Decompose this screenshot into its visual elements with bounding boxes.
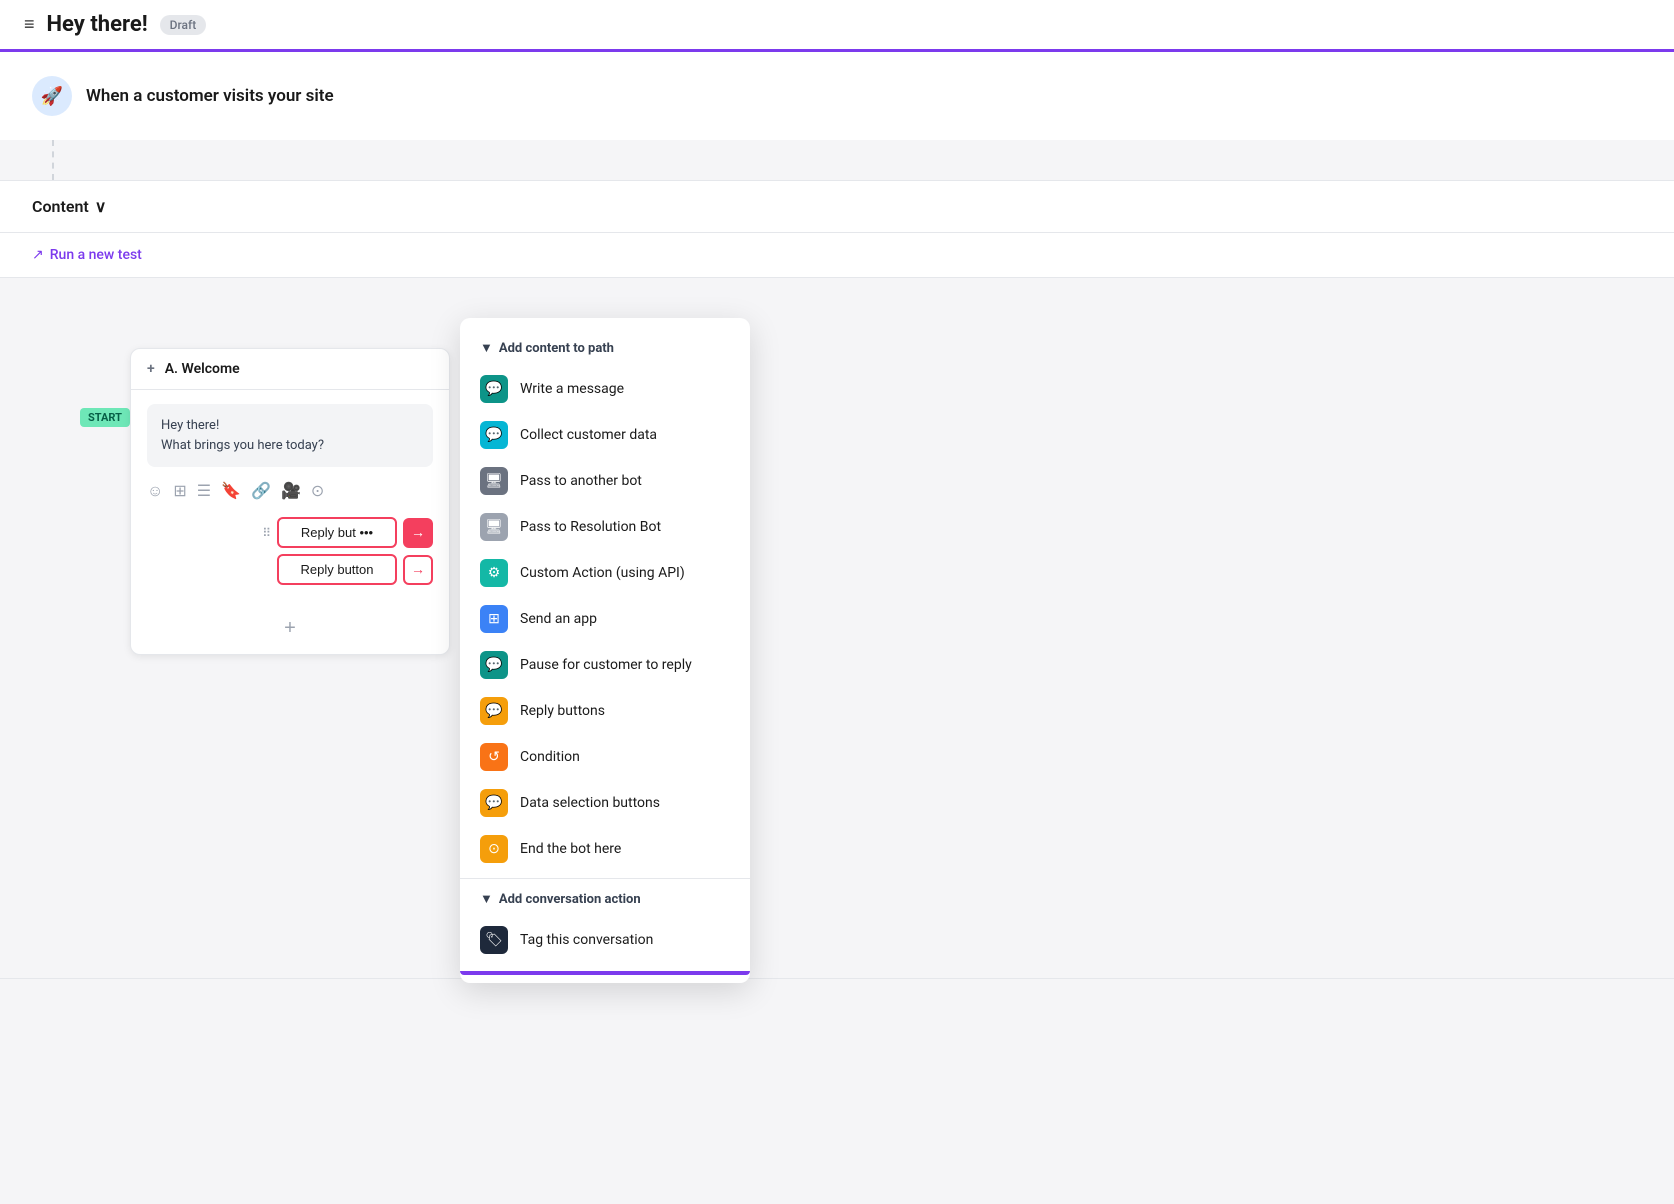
- add-step-button[interactable]: +: [284, 617, 296, 640]
- resolution-bot-icon: 🖥: [480, 513, 508, 541]
- reply-buttons-icon: 💬: [480, 697, 508, 725]
- grid-icon[interactable]: ⊞: [173, 481, 186, 501]
- trigger-icon: 🚀: [32, 76, 72, 116]
- reply-but-button[interactable]: Reply but •••: [277, 517, 397, 548]
- content-header[interactable]: Content ∨: [0, 181, 1674, 233]
- section2-caret-icon: ▼: [480, 891, 493, 907]
- trigger-section: 🚀 When a customer visits your site: [0, 52, 1674, 140]
- drag-handle-1[interactable]: ⠿: [262, 526, 271, 540]
- menu-item-custom-action[interactable]: ⚙ Custom Action (using API): [460, 550, 750, 596]
- content-caret-icon: ∨: [95, 197, 107, 216]
- condition-icon: ↺: [480, 743, 508, 771]
- custom-action-label: Custom Action (using API): [520, 565, 685, 581]
- reply-but-arrow[interactable]: →: [403, 518, 433, 548]
- menu-item-send-app[interactable]: ⊞ Send an app: [460, 596, 750, 642]
- dropdown-bottom-bar: [460, 971, 750, 975]
- dropdown-section1-title: ▼ Add content to path: [460, 334, 750, 366]
- hamburger-icon[interactable]: ≡: [24, 14, 35, 35]
- menu-item-data-selection[interactable]: 💬 Data selection buttons: [460, 780, 750, 826]
- menu-item-collect-data[interactable]: 💬 Collect customer data: [460, 412, 750, 458]
- add-content-dropdown: ▼ Add content to path 💬 Write a message …: [460, 318, 750, 983]
- run-test-bar: ↗ Run a new test: [0, 233, 1674, 278]
- pass-bot-icon: 🖥: [480, 467, 508, 495]
- pass-bot-label: Pass to another bot: [520, 473, 642, 489]
- page-title: Hey there!: [47, 12, 148, 37]
- message-line2: What brings you here today?: [161, 436, 419, 456]
- collect-data-icon: 💬: [480, 421, 508, 449]
- menu-item-pass-bot[interactable]: 🖥 Pass to another bot: [460, 458, 750, 504]
- dashed-line-divider: [52, 140, 54, 180]
- reply-button-row-2: Reply button →: [277, 554, 433, 585]
- content-section: Content ∨ ↗ Run a new test START + A. We…: [0, 180, 1674, 979]
- start-badge: START: [80, 408, 130, 427]
- data-selection-icon: 💬: [480, 789, 508, 817]
- section2-title-text: Add conversation action: [499, 892, 641, 907]
- more-icon[interactable]: ⊙: [311, 481, 324, 501]
- menu-item-write-message[interactable]: 💬 Write a message: [460, 366, 750, 412]
- run-test-icon: ↗: [32, 247, 44, 263]
- end-bot-icon: ⊙: [480, 835, 508, 863]
- dropdown-divider: [460, 878, 750, 879]
- write-message-icon: 💬: [480, 375, 508, 403]
- pause-reply-icon: 💬: [480, 651, 508, 679]
- run-test-label: Run a new test: [50, 247, 142, 263]
- top-bar: ≡ Hey there! Draft: [0, 0, 1674, 52]
- canvas-area: START + A. Welcome Hey there! What bring…: [0, 278, 1674, 978]
- bookmark-icon[interactable]: 🔖: [221, 481, 241, 501]
- dropdown-section2-title: ▼ Add conversation action: [460, 885, 750, 917]
- menu-item-pause-reply[interactable]: 💬 Pause for customer to reply: [460, 642, 750, 688]
- section1-caret-icon: ▼: [480, 340, 493, 356]
- message-toolbar: ☺ ⊞ ☰ 🔖 🔗 🎥 ⊙: [147, 477, 433, 511]
- message-line1: Hey there!: [161, 416, 419, 436]
- menu-item-resolution-bot[interactable]: 🖥 Pass to Resolution Bot: [460, 504, 750, 550]
- card-add-icon[interactable]: +: [147, 361, 155, 377]
- custom-action-icon: ⚙: [480, 559, 508, 587]
- card-body: Hey there! What brings you here today? ☺…: [131, 390, 449, 609]
- run-test-link[interactable]: ↗ Run a new test: [32, 247, 1642, 263]
- content-label: Content: [32, 197, 89, 216]
- card-footer: +: [131, 609, 449, 654]
- flow-card: + A. Welcome Hey there! What brings you …: [130, 348, 450, 655]
- resolution-bot-label: Pass to Resolution Bot: [520, 519, 661, 535]
- send-app-label: Send an app: [520, 611, 597, 627]
- condition-label: Condition: [520, 749, 580, 765]
- message-bubble: Hey there! What brings you here today?: [147, 404, 433, 467]
- data-selection-label: Data selection buttons: [520, 795, 660, 811]
- trigger-text: When a customer visits your site: [86, 86, 334, 106]
- draft-badge: Draft: [160, 15, 207, 35]
- attachment-icon[interactable]: 🔗: [251, 481, 271, 501]
- list-icon[interactable]: ☰: [197, 481, 211, 501]
- video-icon[interactable]: 🎥: [281, 481, 301, 501]
- menu-item-tag-conversation[interactable]: 🏷 Tag this conversation: [460, 917, 750, 963]
- section1-title-text: Add content to path: [499, 341, 614, 356]
- reply-buttons-container: ⠿ Reply but ••• → Reply button →: [147, 511, 433, 595]
- end-bot-label: End the bot here: [520, 841, 621, 857]
- menu-item-condition[interactable]: ↺ Condition: [460, 734, 750, 780]
- reply-button-row-1: ⠿ Reply but ••• →: [262, 517, 433, 548]
- write-message-label: Write a message: [520, 381, 624, 397]
- collect-data-label: Collect customer data: [520, 427, 657, 443]
- menu-item-reply-buttons[interactable]: 💬 Reply buttons: [460, 688, 750, 734]
- tag-conversation-label: Tag this conversation: [520, 932, 653, 948]
- card-step-label: A. Welcome: [165, 361, 240, 377]
- menu-item-end-bot[interactable]: ⊙ End the bot here: [460, 826, 750, 872]
- send-app-icon: ⊞: [480, 605, 508, 633]
- pause-reply-label: Pause for customer to reply: [520, 657, 692, 673]
- reply-buttons-label: Reply buttons: [520, 703, 605, 719]
- emoji-icon[interactable]: ☺: [147, 481, 163, 501]
- card-header: + A. Welcome: [131, 349, 449, 390]
- reply-button-button[interactable]: Reply button: [277, 554, 397, 585]
- reply-button-arrow[interactable]: →: [403, 555, 433, 585]
- tag-conversation-icon: 🏷: [480, 926, 508, 954]
